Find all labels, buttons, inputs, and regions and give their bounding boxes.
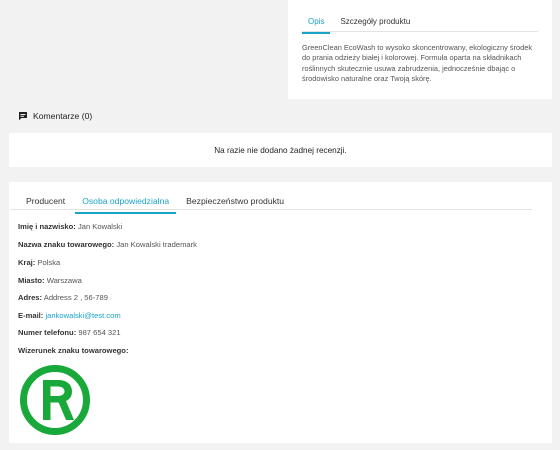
field-email: E-mail: jankowalski@test.com	[18, 311, 121, 320]
field-country-label: Kraj:	[18, 258, 36, 267]
field-address: Adres: Address 2 , 56-789	[18, 293, 108, 302]
product-description: GreenClean EcoWash to wysoko skoncentrow…	[302, 43, 533, 83]
field-trademark-image-label: Wizerunek znaku towarowego:	[18, 346, 129, 355]
field-country-value: Polska	[37, 258, 61, 267]
comments-heading: Komentarze (0)	[33, 111, 93, 121]
registered-trademark-icon	[20, 365, 90, 435]
field-phone: Numer telefonu: 987 654 321	[18, 328, 121, 337]
field-trademark: Nazwa znaku towarowego: Jan Kowalski tra…	[18, 240, 197, 249]
tab-bezpieczenstwo-produktu[interactable]: Bezpieczeństwo produktu	[179, 195, 291, 214]
field-name-label: Imię i nazwisko:	[18, 222, 76, 231]
field-name-value: Jan Kowalski	[77, 222, 123, 231]
comment-icon	[19, 112, 27, 121]
info-tabs-divider	[10, 209, 532, 210]
field-address-value: Address 2 , 56-789	[43, 293, 108, 302]
tab-osoba-odpowiedzialna[interactable]: Osoba odpowiedzialna	[75, 195, 177, 214]
field-phone-label: Numer telefonu:	[18, 328, 77, 337]
tab-producent[interactable]: Producent	[19, 195, 72, 214]
description-card: Opis Szczegóły produktu GreenClean EcoWa…	[288, 0, 552, 99]
field-trademark-image: Wizerunek znaku towarowego:	[18, 346, 128, 355]
info-tabs: Producent Osoba odpowiedzialna Bezpiecze…	[19, 195, 291, 214]
field-city-label: Miasto:	[18, 276, 45, 285]
field-country: Kraj: Polska	[18, 258, 60, 267]
description-tabs-divider	[302, 31, 538, 32]
field-phone-value: 987 654 321	[78, 328, 121, 337]
email-link[interactable]: jankowalski@test.com	[45, 311, 120, 320]
field-email-label: E-mail:	[18, 311, 44, 320]
field-trademark-label: Nazwa znaku towarowego:	[18, 240, 115, 249]
field-trademark-value: Jan Kowalski trademark	[116, 240, 197, 249]
reviews-card: Na razie nie dodano żadnej recenzji.	[9, 133, 552, 167]
comments-header: Komentarze (0)	[18, 111, 92, 121]
field-name: Imię i nazwisko: Jan Kowalski	[18, 222, 122, 231]
field-address-label: Adres:	[18, 293, 43, 302]
field-city: Miasto: Warszawa	[18, 276, 82, 285]
no-reviews-message: Na razie nie dodano żadnej recenzji.	[214, 145, 347, 155]
field-city-value: Warszawa	[46, 276, 82, 285]
